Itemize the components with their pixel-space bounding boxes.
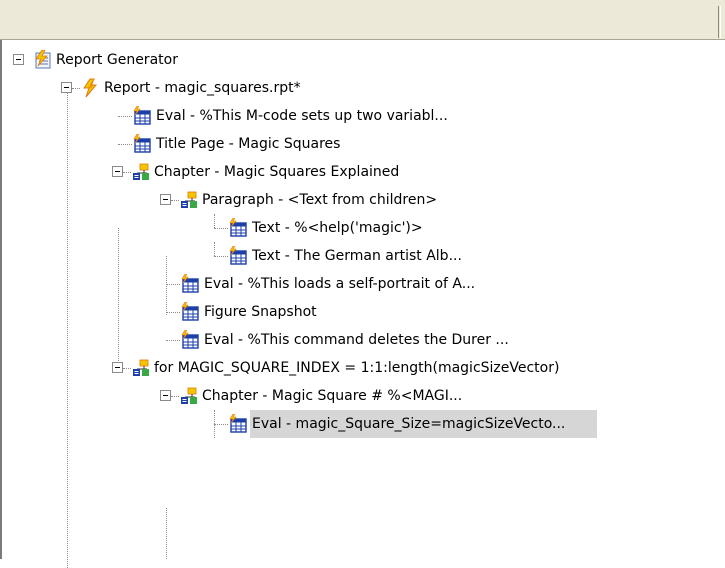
tree-node-label: Eval - %This loads a self-portrait of A.… [204, 276, 476, 292]
tree-node-report[interactable]: Report - magic_squares.rpt* [0, 74, 725, 102]
tree-connector [123, 368, 131, 369]
collapse-toggle[interactable] [160, 194, 171, 205]
tree-connector [166, 340, 180, 341]
table-grid-icon [133, 134, 151, 153]
table-grid-icon [181, 274, 199, 293]
column-divider[interactable] [718, 6, 719, 38]
tree-node-eval-magic-square-size[interactable]: Eval - magic_Square_Size=magicSizeVecto.… [0, 410, 725, 438]
collapse-toggle[interactable] [112, 166, 123, 177]
tree-connector [118, 116, 132, 117]
column-divider-highlight [720, 6, 721, 38]
tree-connector [214, 214, 215, 228]
tree-connector [214, 242, 215, 256]
chapter-hierarchy-icon [133, 359, 149, 376]
table-grid-icon [229, 218, 247, 237]
tree-node-figure-snapshot[interactable]: Figure Snapshot [0, 298, 725, 326]
tree-connector [171, 396, 179, 397]
tree-node-chapter-magic-square[interactable]: Chapter - Magic Square # %<MAGI... [0, 382, 725, 410]
tree-node-title-page[interactable]: Title Page - Magic Squares [0, 130, 725, 158]
tree-node-eval-self-portrait[interactable]: Eval - %This loads a self-portrait of A.… [0, 270, 725, 298]
tree-node-eval[interactable]: Eval - %This M-code sets up two variabl.… [0, 102, 725, 130]
tree-node-label: Text - The German artist Alb... [252, 248, 462, 264]
table-grid-icon [181, 302, 199, 321]
tree-node-label: Title Page - Magic Squares [156, 136, 341, 152]
table-grid-icon [181, 330, 199, 349]
tree-node-chapter[interactable]: Chapter - Magic Squares Explained [0, 158, 725, 186]
tree-node-label: Chapter - Magic Squares Explained [154, 164, 400, 180]
tree-connector [214, 256, 228, 257]
tree-node-label: Eval - magic_Square_Size=magicSizeVecto.… [250, 410, 598, 438]
tree-connector [166, 508, 167, 559]
collapse-toggle[interactable] [61, 82, 72, 93]
chapter-hierarchy-icon [181, 191, 197, 208]
chapter-hierarchy-icon [133, 163, 149, 180]
tree-node-text-german-artist[interactable]: Text - The German artist Alb... [0, 242, 725, 270]
tree-node-label: Text - %<help('magic')> [252, 220, 423, 236]
tree-connector [166, 284, 180, 285]
table-grid-icon [229, 414, 247, 433]
table-grid-icon [229, 246, 247, 265]
collapse-toggle[interactable] [160, 390, 171, 401]
tree-node-report-generator[interactable]: Report Generator [0, 46, 725, 74]
tree-connector [214, 424, 228, 425]
tree-node-label: Report - magic_squares.rpt* [104, 80, 301, 96]
tree-node-label: Report Generator [56, 52, 178, 68]
tree-connector [118, 144, 132, 145]
tree-node-eval-delete-durer[interactable]: Eval - %This command deletes the Durer .… [0, 326, 725, 354]
report-generator-icon [35, 50, 51, 69]
tree-node-paragraph[interactable]: Paragraph - <Text from children> [0, 186, 725, 214]
tree-node-label: Chapter - Magic Square # %<MAGI... [202, 388, 463, 404]
collapse-toggle[interactable] [13, 54, 24, 65]
tree-node-label: for MAGIC_SQUARE_INDEX = 1:1:length(magi… [154, 360, 560, 376]
tree-node-label: Paragraph - <Text from children> [202, 192, 438, 208]
chapter-hierarchy-icon [181, 387, 197, 404]
tree-connector [166, 312, 180, 313]
tree-node-text-help[interactable]: Text - %<help('magic')> [0, 214, 725, 242]
lightning-icon [83, 78, 98, 98]
tree-connector [123, 172, 131, 173]
collapse-toggle[interactable] [112, 362, 123, 373]
tree-node-label: Eval - %This command deletes the Durer .… [204, 332, 509, 348]
report-tree[interactable]: Report Generator Report - magic_squares.… [0, 40, 725, 568]
tree-node-label: Figure Snapshot [204, 304, 317, 320]
column-header[interactable] [0, 0, 725, 40]
tree-connector [214, 228, 228, 229]
tree-node-label: Eval - %This M-code sets up two variabl.… [156, 108, 448, 124]
table-grid-icon [133, 106, 151, 125]
tree-connector [171, 200, 179, 201]
tree-connector [72, 88, 80, 89]
tree-node-for-loop[interactable]: for MAGIC_SQUARE_INDEX = 1:1:length(magi… [0, 354, 725, 382]
